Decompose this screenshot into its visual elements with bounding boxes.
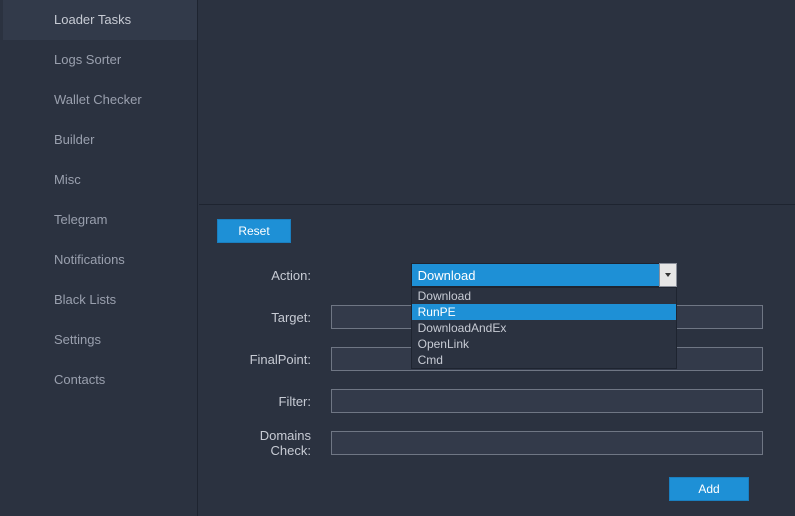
dropdown-item-cmd[interactable]: Cmd [412, 352, 676, 368]
sidebar-item-notifications[interactable]: Notifications [0, 240, 197, 280]
sidebar-item-builder[interactable]: Builder [0, 120, 197, 160]
dropdown-item-downloadandex[interactable]: DownloadAndEx [412, 320, 676, 336]
label-finalpoint: FinalPoint: [217, 352, 315, 367]
label-filter: Filter: [217, 394, 315, 409]
action-combo[interactable]: Download RunPE DownloadAndEx OpenLink Cm… [411, 263, 677, 287]
add-button[interactable]: Add [669, 477, 749, 501]
sidebar-item-settings[interactable]: Settings [0, 320, 197, 360]
action-combo-input[interactable] [411, 263, 659, 287]
sidebar-item-black-lists[interactable]: Black Lists [0, 280, 197, 320]
row-domains: Domains Check: [217, 431, 775, 455]
domains-input[interactable] [331, 431, 763, 455]
chevron-down-icon [665, 273, 671, 277]
dropdown-item-openlink[interactable]: OpenLink [412, 336, 676, 352]
label-domains: Domains Check: [217, 428, 315, 458]
sidebar-item-wallet-checker[interactable]: Wallet Checker [0, 80, 197, 120]
main-panel: Reset Action: Download RunPE DownloadAnd… [199, 0, 795, 516]
sidebar: Loader Tasks Logs Sorter Wallet Checker … [0, 0, 198, 516]
sidebar-item-telegram[interactable]: Telegram [0, 200, 197, 240]
action-combo-button[interactable] [659, 263, 677, 287]
dropdown-item-runpe[interactable]: RunPE [412, 304, 676, 320]
reset-button[interactable]: Reset [217, 219, 291, 243]
sidebar-item-contacts[interactable]: Contacts [0, 360, 197, 400]
action-dropdown: Download RunPE DownloadAndEx OpenLink Cm… [411, 287, 677, 369]
label-action: Action: [217, 268, 315, 283]
sidebar-item-misc[interactable]: Misc [0, 160, 197, 200]
sidebar-item-logs-sorter[interactable]: Logs Sorter [0, 40, 197, 80]
label-target: Target: [217, 310, 315, 325]
row-action: Action: Download RunPE DownloadAndEx Ope… [217, 263, 775, 287]
filter-input[interactable] [331, 389, 763, 413]
sidebar-item-loader-tasks[interactable]: Loader Tasks [0, 0, 197, 40]
top-blank-area [199, 0, 795, 205]
form-area: Reset Action: Download RunPE DownloadAnd… [199, 205, 795, 501]
dropdown-item-download[interactable]: Download [412, 288, 676, 304]
row-filter: Filter: [217, 389, 775, 413]
